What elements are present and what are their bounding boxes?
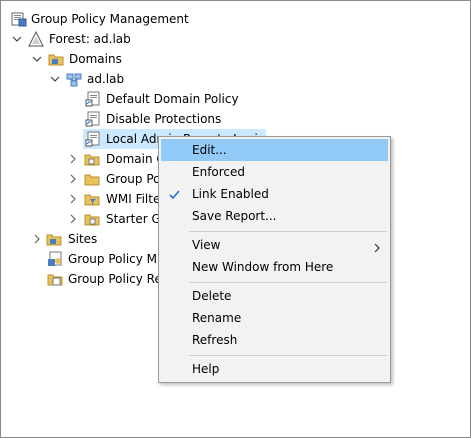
menu-item-new-window[interactable]: New Window from Here: [159, 256, 390, 278]
folder-icon: [46, 231, 62, 247]
tree-item-forest[interactable]: Forest: ad.lab: [11, 29, 311, 49]
menu-item-label: Help: [192, 362, 220, 376]
tree-item-gp-modeling[interactable]: Group Policy M: [47, 249, 159, 269]
chevron-right-icon[interactable]: [67, 172, 79, 186]
chevron-down-icon[interactable]: [11, 32, 23, 46]
gpo-link-icon: [85, 111, 101, 127]
tree-item-sites[interactable]: Sites: [31, 229, 151, 249]
tree-item-gp-results[interactable]: Group Policy Re: [47, 269, 162, 289]
tree-item-label: Group Po: [106, 172, 161, 186]
menu-item-help[interactable]: Help: [159, 358, 390, 380]
tree-item-label: Domains: [69, 52, 122, 66]
tree-item-label: Group Policy Management: [31, 12, 189, 26]
tree-item-label: Starter G: [106, 212, 161, 226]
menu-item-view[interactable]: View: [159, 234, 390, 256]
menu-item-link-enabled[interactable]: Link Enabled: [159, 183, 390, 205]
folder-icon: [84, 191, 100, 207]
window-frame: Group Policy Management Forest: ad.lab D…: [0, 0, 471, 438]
menu-item-label: Edit...: [192, 143, 227, 157]
gpo-link-icon: [85, 131, 101, 147]
chevron-right-icon[interactable]: [67, 212, 79, 226]
menu-separator: [189, 282, 387, 283]
tree-item-domains[interactable]: Domains: [31, 49, 331, 69]
menu-separator: [189, 355, 387, 356]
gpo-link-icon: [85, 91, 101, 107]
tree-item-label: Default Domain Policy: [106, 92, 239, 106]
menu-item-label: Link Enabled: [192, 187, 269, 201]
gpm-icon: [11, 11, 27, 27]
menu-item-label: Save Report...: [192, 209, 277, 223]
tree-item-root[interactable]: Group Policy Management: [11, 9, 311, 29]
folder-icon: [84, 211, 100, 227]
gp-modeling-icon: [47, 251, 63, 267]
context-menu: Edit... Enforced Link Enabled Save Repor…: [158, 136, 391, 383]
tree-item-label: Forest: ad.lab: [49, 32, 131, 46]
tree-item-label: Group Policy Re: [68, 272, 162, 286]
menu-item-label: New Window from Here: [192, 260, 334, 274]
folder-icon: [48, 51, 64, 67]
tree-item-label: Disable Protections: [106, 112, 222, 126]
folder-icon: [84, 151, 100, 167]
menu-item-delete[interactable]: Delete: [159, 285, 390, 307]
tree-item-label: WMI Filte: [106, 192, 161, 206]
menu-item-label: Refresh: [192, 333, 238, 347]
menu-item-enforced[interactable]: Enforced: [159, 161, 390, 183]
menu-item-label: Enforced: [192, 165, 246, 179]
chevron-down-icon[interactable]: [49, 72, 61, 86]
menu-item-rename[interactable]: Rename: [159, 307, 390, 329]
chevron-right-icon[interactable]: [67, 192, 79, 206]
tree-item-wmi-filters[interactable]: WMI Filte: [67, 189, 167, 209]
tree-item-domain-controllers[interactable]: Domain C: [67, 149, 167, 169]
chevron-right-icon[interactable]: [31, 232, 43, 246]
tree-item-starter-gpos[interactable]: Starter G: [67, 209, 167, 229]
chevron-down-icon[interactable]: [31, 52, 43, 66]
gp-results-icon: [47, 271, 63, 287]
chevron-right-icon[interactable]: [67, 152, 79, 166]
tree-item-gpo-objects[interactable]: Group Po: [67, 169, 167, 189]
menu-item-label: Delete: [192, 289, 232, 303]
tree-item-label: ad.lab: [87, 72, 125, 86]
tree-item-label: Domain C: [106, 152, 165, 166]
tree-item-gpo-default[interactable]: Default Domain Policy: [85, 89, 385, 109]
tree-item-label: Sites: [68, 232, 98, 246]
menu-item-label: Rename: [192, 311, 242, 325]
folder-icon: [84, 171, 100, 187]
forest-icon: [28, 30, 44, 47]
domain-icon: [66, 71, 82, 87]
menu-item-refresh[interactable]: Refresh: [159, 329, 390, 351]
tree-item-label: Group Policy M: [68, 252, 158, 266]
tree-item-gpo-disable[interactable]: Disable Protections: [85, 109, 385, 129]
menu-item-edit[interactable]: Edit...: [161, 139, 388, 161]
menu-item-label: View: [192, 238, 221, 252]
menu-item-save-report[interactable]: Save Report...: [159, 205, 390, 227]
menu-separator: [189, 231, 387, 232]
tree-item-domain[interactable]: ad.lab: [49, 69, 349, 89]
